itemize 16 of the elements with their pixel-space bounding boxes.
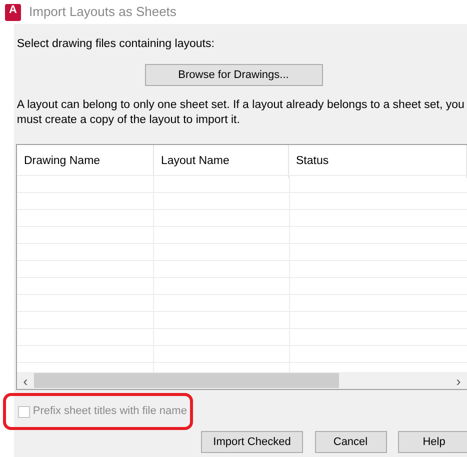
- window-title: Import Layouts as Sheets: [29, 3, 176, 22]
- horizontal-scrollbar[interactable]: ‹ ›: [17, 372, 467, 389]
- column-header[interactable]: Drawing Name: [17, 145, 154, 178]
- dialog-button[interactable]: Help: [398, 431, 467, 453]
- app-icon: A: [5, 4, 21, 20]
- checkbox-label: Prefix sheet titles with file name: [32, 404, 187, 420]
- scroll-left-button[interactable]: ‹: [17, 374, 34, 388]
- dialog-button[interactable]: Import Checked: [201, 431, 303, 453]
- scroll-right-button[interactable]: ›: [450, 374, 467, 388]
- browse-button[interactable]: Browse for Drawings...: [144, 64, 322, 86]
- prompt-text: Select drawing files containing layouts:: [16, 38, 214, 50]
- dialog-button[interactable]: Cancel: [314, 431, 386, 453]
- info-text: A layout can belong to only one sheet set. If a layout already belongs to a sheet set, you must create a copy of the layout to import it.: [16, 98, 466, 128]
- column-header[interactable]: Layout Name: [154, 145, 289, 178]
- scroll-thumb[interactable]: [34, 373, 339, 388]
- column-header[interactable]: Status: [289, 145, 467, 178]
